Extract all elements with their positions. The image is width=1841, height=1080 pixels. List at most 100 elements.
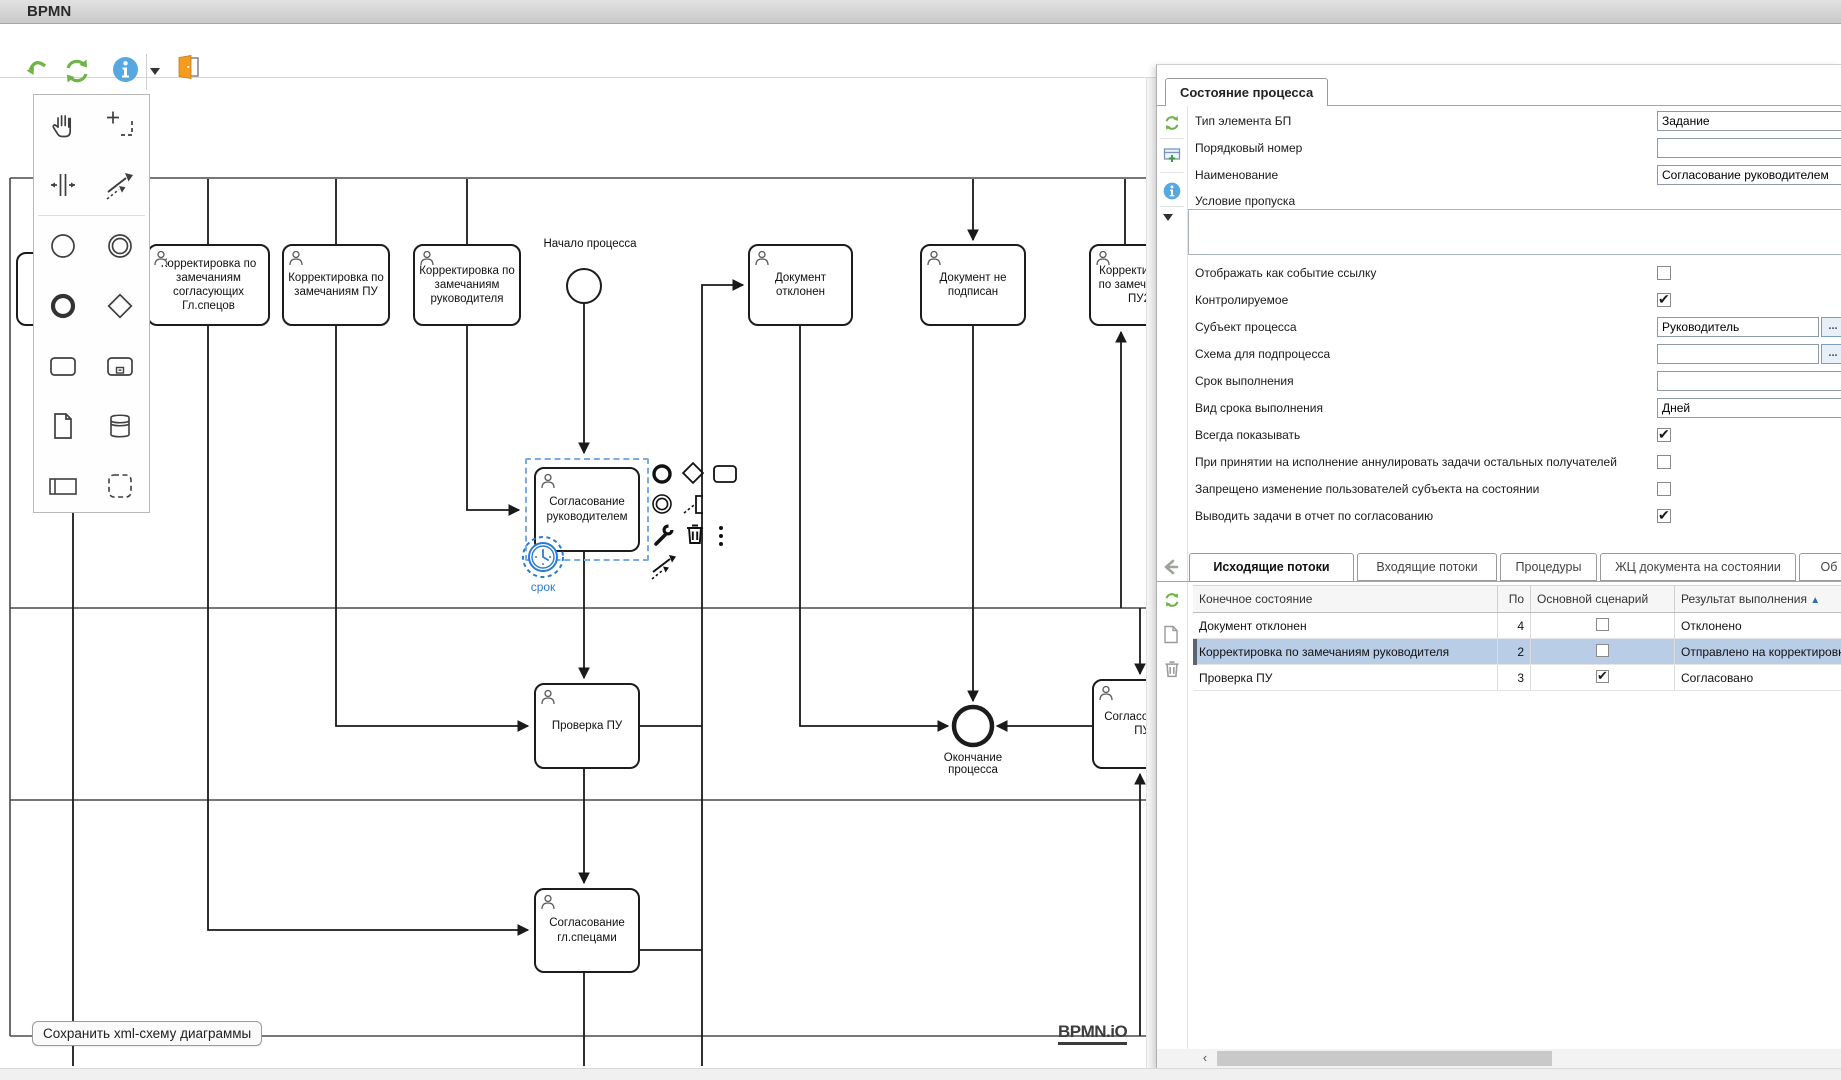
connect-tool-icon[interactable] (650, 552, 676, 578)
create-participant-icon[interactable] (34, 456, 92, 516)
wrench-change-type-icon[interactable] (652, 522, 678, 548)
table-row[interactable]: Проверка ПУ 3 Согласовано (1193, 665, 1841, 691)
bpmn-editor-window: Корректировка по замечаниям согласующих … (0, 0, 1841, 1080)
back-arrow-icon[interactable] (1161, 557, 1181, 577)
checkbox[interactable] (1657, 482, 1671, 496)
checkbox[interactable] (1657, 293, 1671, 307)
create-gateway-icon[interactable] (92, 276, 150, 336)
field-row: Всегда показывать (1157, 425, 1841, 447)
browse-button[interactable]: ... (1821, 344, 1841, 364)
main-scenario-checkbox[interactable] (1596, 618, 1609, 631)
field-row: Вид срока выполнения (1157, 398, 1841, 420)
field-label: Выводить задачи в отчет по согласованию (1195, 509, 1433, 523)
field-label: Вид срока выполнения (1195, 401, 1323, 415)
deadline-type-input[interactable] (1657, 398, 1841, 418)
task-label: Согласование гл.спецами (536, 915, 638, 945)
start-event[interactable] (567, 269, 601, 303)
tab-outgoing-flows[interactable]: Исходящие потоки (1189, 553, 1354, 582)
window-horizontal-scrollbar[interactable] (0, 1068, 1841, 1080)
scroll-left-chevron-icon[interactable]: ‹ (1196, 1049, 1214, 1068)
bpmn-io-watermark[interactable]: BPMN.iO (1058, 1022, 1127, 1045)
create-task-icon[interactable] (34, 336, 92, 396)
toolbar-separator (146, 54, 147, 90)
exit-door-icon[interactable] (176, 54, 206, 84)
canvas-vertical-scrollbar[interactable] (1146, 78, 1156, 1068)
process-subject-input[interactable] (1657, 317, 1819, 337)
task-label: Корректировка по замечаниям ПУ (284, 270, 388, 300)
task[interactable]: Корректировка по замечаниям руководителя (413, 244, 521, 326)
undo-icon[interactable] (22, 56, 52, 86)
refresh-icon[interactable] (1163, 591, 1181, 609)
field-row: Схема для подпроцесса ... (1157, 344, 1841, 366)
create-subprocess-icon[interactable] (92, 336, 150, 396)
boundary-timer-event[interactable] (521, 535, 565, 579)
create-group-icon[interactable] (92, 456, 150, 516)
append-gateway-icon[interactable] (680, 460, 706, 486)
panel-horizontal-scrollbar[interactable]: ‹ (1157, 1049, 1841, 1068)
refresh-icon[interactable] (62, 56, 92, 86)
append-text-annotation-icon[interactable] (682, 492, 708, 518)
task[interactable]: Корректировка по замечаниям ПУ (282, 244, 390, 326)
tab-process-state[interactable]: Состояние процесса (1165, 78, 1328, 106)
lasso-tool-icon[interactable] (92, 95, 150, 155)
task[interactable]: Проверка ПУ (534, 683, 640, 769)
tab-cut-off[interactable]: Об (1799, 553, 1841, 581)
tab-procedures[interactable]: Процедуры (1500, 553, 1597, 581)
main-scenario-checkbox[interactable] (1596, 670, 1609, 683)
append-end-event-icon[interactable] (650, 462, 676, 488)
trash-delete-icon[interactable] (684, 522, 710, 548)
task[interactable]: Согласование ПУ (1092, 679, 1146, 769)
create-start-event-icon[interactable] (34, 216, 92, 276)
user-task-icon (1095, 250, 1111, 266)
save-xml-button[interactable]: Сохранить xml-схему диаграммы (32, 1021, 262, 1046)
tab-doc-lifecycle[interactable]: ЖЦ документа на состоянии (1600, 553, 1796, 581)
append-intermediate-event-icon[interactable] (650, 492, 676, 518)
space-tool-icon[interactable] (34, 155, 92, 215)
task[interactable]: Корректировка по замечаниям ПУ2 (1089, 244, 1146, 326)
task[interactable]: Корректировка по замечаниям согласующих … (147, 244, 270, 326)
checkbox[interactable] (1657, 428, 1671, 442)
browse-button[interactable]: ... (1821, 317, 1841, 337)
create-data-store-icon[interactable] (92, 396, 150, 456)
new-document-icon[interactable] (1163, 625, 1181, 643)
field-row: Выводить задачи в отчет по согласованию (1157, 506, 1841, 528)
end-event[interactable] (954, 707, 992, 745)
create-end-event-icon[interactable] (34, 276, 92, 336)
user-task-icon (926, 250, 942, 266)
table-row[interactable]: Документ отклонен 4 Отклонено (1193, 613, 1841, 639)
task[interactable]: Согласование гл.спецами (534, 888, 640, 973)
name-input[interactable] (1657, 165, 1841, 185)
global-connect-tool-icon[interactable] (92, 155, 150, 215)
subprocess-schema-input[interactable] (1657, 344, 1819, 364)
checkbox[interactable] (1657, 266, 1671, 280)
trash-delete-icon[interactable] (1163, 659, 1181, 677)
task[interactable]: Документ отклонен (748, 244, 853, 326)
create-intermediate-event-icon[interactable] (92, 216, 150, 276)
deadline-input[interactable] (1657, 371, 1841, 391)
info-icon[interactable] (112, 56, 142, 86)
column-header-sorted[interactable]: Результат выполнения ▲ (1675, 586, 1841, 612)
order-number-input[interactable] (1657, 138, 1841, 158)
checkbox[interactable] (1657, 455, 1671, 469)
scrollbar-thumb[interactable] (1217, 1051, 1552, 1066)
dropdown-caret-icon[interactable] (150, 68, 162, 76)
append-task-icon[interactable] (712, 463, 738, 489)
diagram-canvas[interactable]: Корректировка по замечаниям согласующих … (0, 0, 1146, 1068)
main-scenario-checkbox[interactable] (1596, 644, 1609, 657)
hand-tool-icon[interactable] (34, 95, 92, 155)
column-header[interactable]: Основной сценарий (1531, 586, 1675, 612)
table-header: Конечное состояние По Основной сценарий … (1193, 585, 1841, 613)
field-label: Схема для подпроцесса (1195, 347, 1330, 361)
element-type-input[interactable] (1657, 111, 1841, 131)
skip-condition-textarea[interactable] (1188, 209, 1841, 255)
task[interactable]: Документ не подписан (920, 244, 1026, 326)
column-header[interactable]: По (1498, 586, 1531, 612)
checkbox[interactable] (1657, 509, 1671, 523)
field-row: Наименование (1157, 165, 1841, 187)
dropdown-caret-icon[interactable] (1163, 214, 1181, 232)
tab-incoming-flows[interactable]: Входящие потоки (1357, 553, 1497, 581)
column-header[interactable]: Конечное состояние (1193, 586, 1498, 612)
create-data-object-icon[interactable] (34, 396, 92, 456)
table-row-selected[interactable]: Корректировка по замечаниям руководителя… (1193, 639, 1841, 665)
more-options-dots-icon[interactable] (716, 524, 742, 550)
